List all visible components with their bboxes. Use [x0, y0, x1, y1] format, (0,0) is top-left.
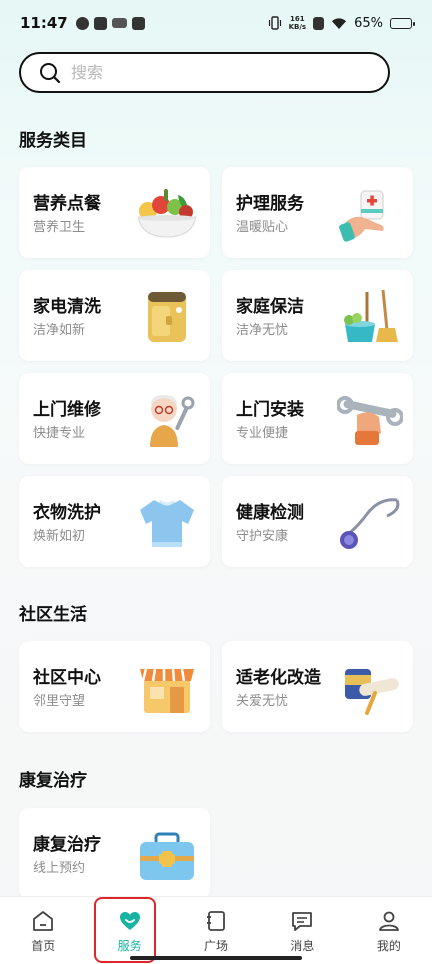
vibrate-icon — [268, 16, 281, 30]
nav-item-messages[interactable]: 消息 — [259, 897, 345, 964]
service-card-health-check[interactable]: 健康检测 守护安康 — [222, 476, 413, 567]
medical-kit-icon — [140, 832, 194, 880]
wrench-hand-icon — [337, 396, 403, 445]
card-title: 健康检测 — [236, 503, 304, 523]
card-subtitle: 洁净无忧 — [236, 323, 289, 338]
service-card-appliance-cleaning[interactable]: 家电清洗 洁净如新 — [19, 270, 210, 361]
card-title: 家庭保洁 — [236, 297, 304, 317]
nav-item-service[interactable]: 服务 — [86, 897, 172, 964]
storefront-icon — [140, 668, 194, 713]
service-card-home-repair[interactable]: 上门维修 快捷专业 — [19, 373, 210, 464]
card-title: 营养点餐 — [33, 194, 101, 214]
cleaning-tools-icon — [344, 289, 398, 342]
card-title: 社区中心 — [33, 668, 101, 688]
net-speed: 161 KB/s — [289, 15, 306, 31]
nav-label: 广场 — [204, 939, 229, 953]
card-subtitle: 洁净如新 — [33, 323, 86, 338]
home-indicator[interactable] — [130, 956, 302, 960]
card-title: 康复治疗 — [33, 835, 101, 855]
card-title: 衣物洗护 — [33, 503, 101, 523]
net-speed-unit: KB/s — [288, 23, 307, 31]
fruit-bowl-icon — [137, 189, 197, 238]
care-hand-icon — [339, 190, 384, 242]
community-card-center[interactable]: 社区中心 邻里守望 — [19, 641, 210, 732]
sim-icon — [313, 16, 325, 30]
nav-label: 我的 — [376, 939, 401, 953]
status-bar: 11:47 161 KB/s 65% — [0, 0, 432, 46]
community-card-elderly-renovation[interactable]: 适老化改造 关爱无忧 — [222, 641, 413, 732]
battery-percent: 65% — [354, 15, 383, 31]
card-title: 上门维修 — [33, 400, 101, 420]
paint-roller-icon — [345, 669, 399, 715]
card-subtitle: 线上预约 — [33, 861, 86, 876]
service-card-home-cleaning[interactable]: 家庭保洁 洁净无忧 — [222, 270, 413, 361]
card-subtitle: 守护安康 — [236, 529, 289, 544]
wifi-icon — [332, 17, 347, 29]
status-right: 161 KB/s 65% — [268, 15, 415, 31]
card-title: 上门安装 — [236, 400, 304, 420]
appliance-icon — [148, 292, 186, 342]
section-title-community: 社区生活 — [19, 605, 87, 625]
check-notification-icon — [75, 16, 89, 30]
service-card-home-install[interactable]: 上门安装 专业便捷 — [222, 373, 413, 464]
message-icon — [292, 912, 313, 931]
nav-label: 首页 — [31, 939, 56, 953]
section-title-services: 服务类目 — [19, 131, 87, 151]
search-input[interactable] — [71, 63, 331, 82]
card-subtitle: 营养卫生 — [33, 220, 86, 235]
bottom-navigation: 首页 服务 广场 消息 我的 — [0, 896, 432, 964]
user-icon — [378, 911, 399, 931]
card-subtitle: 温暖贴心 — [236, 220, 289, 235]
card-subtitle: 邻里守望 — [33, 694, 86, 709]
battery-icon — [390, 17, 415, 29]
net-speed-value: 161 — [290, 15, 305, 23]
app-notification-icon — [111, 18, 127, 28]
service-card-laundry[interactable]: 衣物洗护 焕新如初 — [19, 476, 210, 567]
section-title-rehab: 康复治疗 — [19, 771, 87, 791]
card-subtitle: 关爱无忧 — [236, 694, 289, 709]
nav-item-home[interactable]: 首页 — [0, 897, 86, 964]
nav-label: 服务 — [117, 939, 142, 953]
card-title: 家电清洗 — [33, 297, 101, 317]
mail-notification-icon — [131, 16, 145, 30]
card-title: 护理服务 — [236, 194, 304, 214]
search-bar[interactable] — [19, 52, 390, 93]
card-subtitle: 焕新如初 — [33, 529, 86, 544]
stethoscope-icon — [340, 498, 400, 549]
card-subtitle: 快捷专业 — [33, 426, 86, 441]
notification-icons — [75, 16, 145, 30]
nav-label: 消息 — [290, 939, 315, 953]
video-app-notification-icon — [93, 16, 107, 30]
service-card-nutrition-meal[interactable]: 营养点餐 营养卫生 — [19, 167, 210, 258]
nav-item-profile[interactable]: 我的 — [346, 897, 432, 964]
rehab-card-appointment[interactable]: 康复治疗 线上预约 — [19, 808, 210, 899]
repairman-icon — [150, 395, 195, 447]
service-card-nursing[interactable]: 护理服务 温暖贴心 — [222, 167, 413, 258]
heart-icon — [119, 912, 140, 930]
book-icon — [207, 911, 225, 931]
status-time: 11:47 — [20, 14, 68, 32]
card-subtitle: 专业便捷 — [236, 426, 289, 441]
nav-item-square[interactable]: 广场 — [173, 897, 259, 964]
sweater-icon — [140, 499, 194, 547]
search-icon — [40, 62, 61, 83]
home-icon — [33, 911, 54, 931]
card-title: 适老化改造 — [236, 668, 321, 688]
